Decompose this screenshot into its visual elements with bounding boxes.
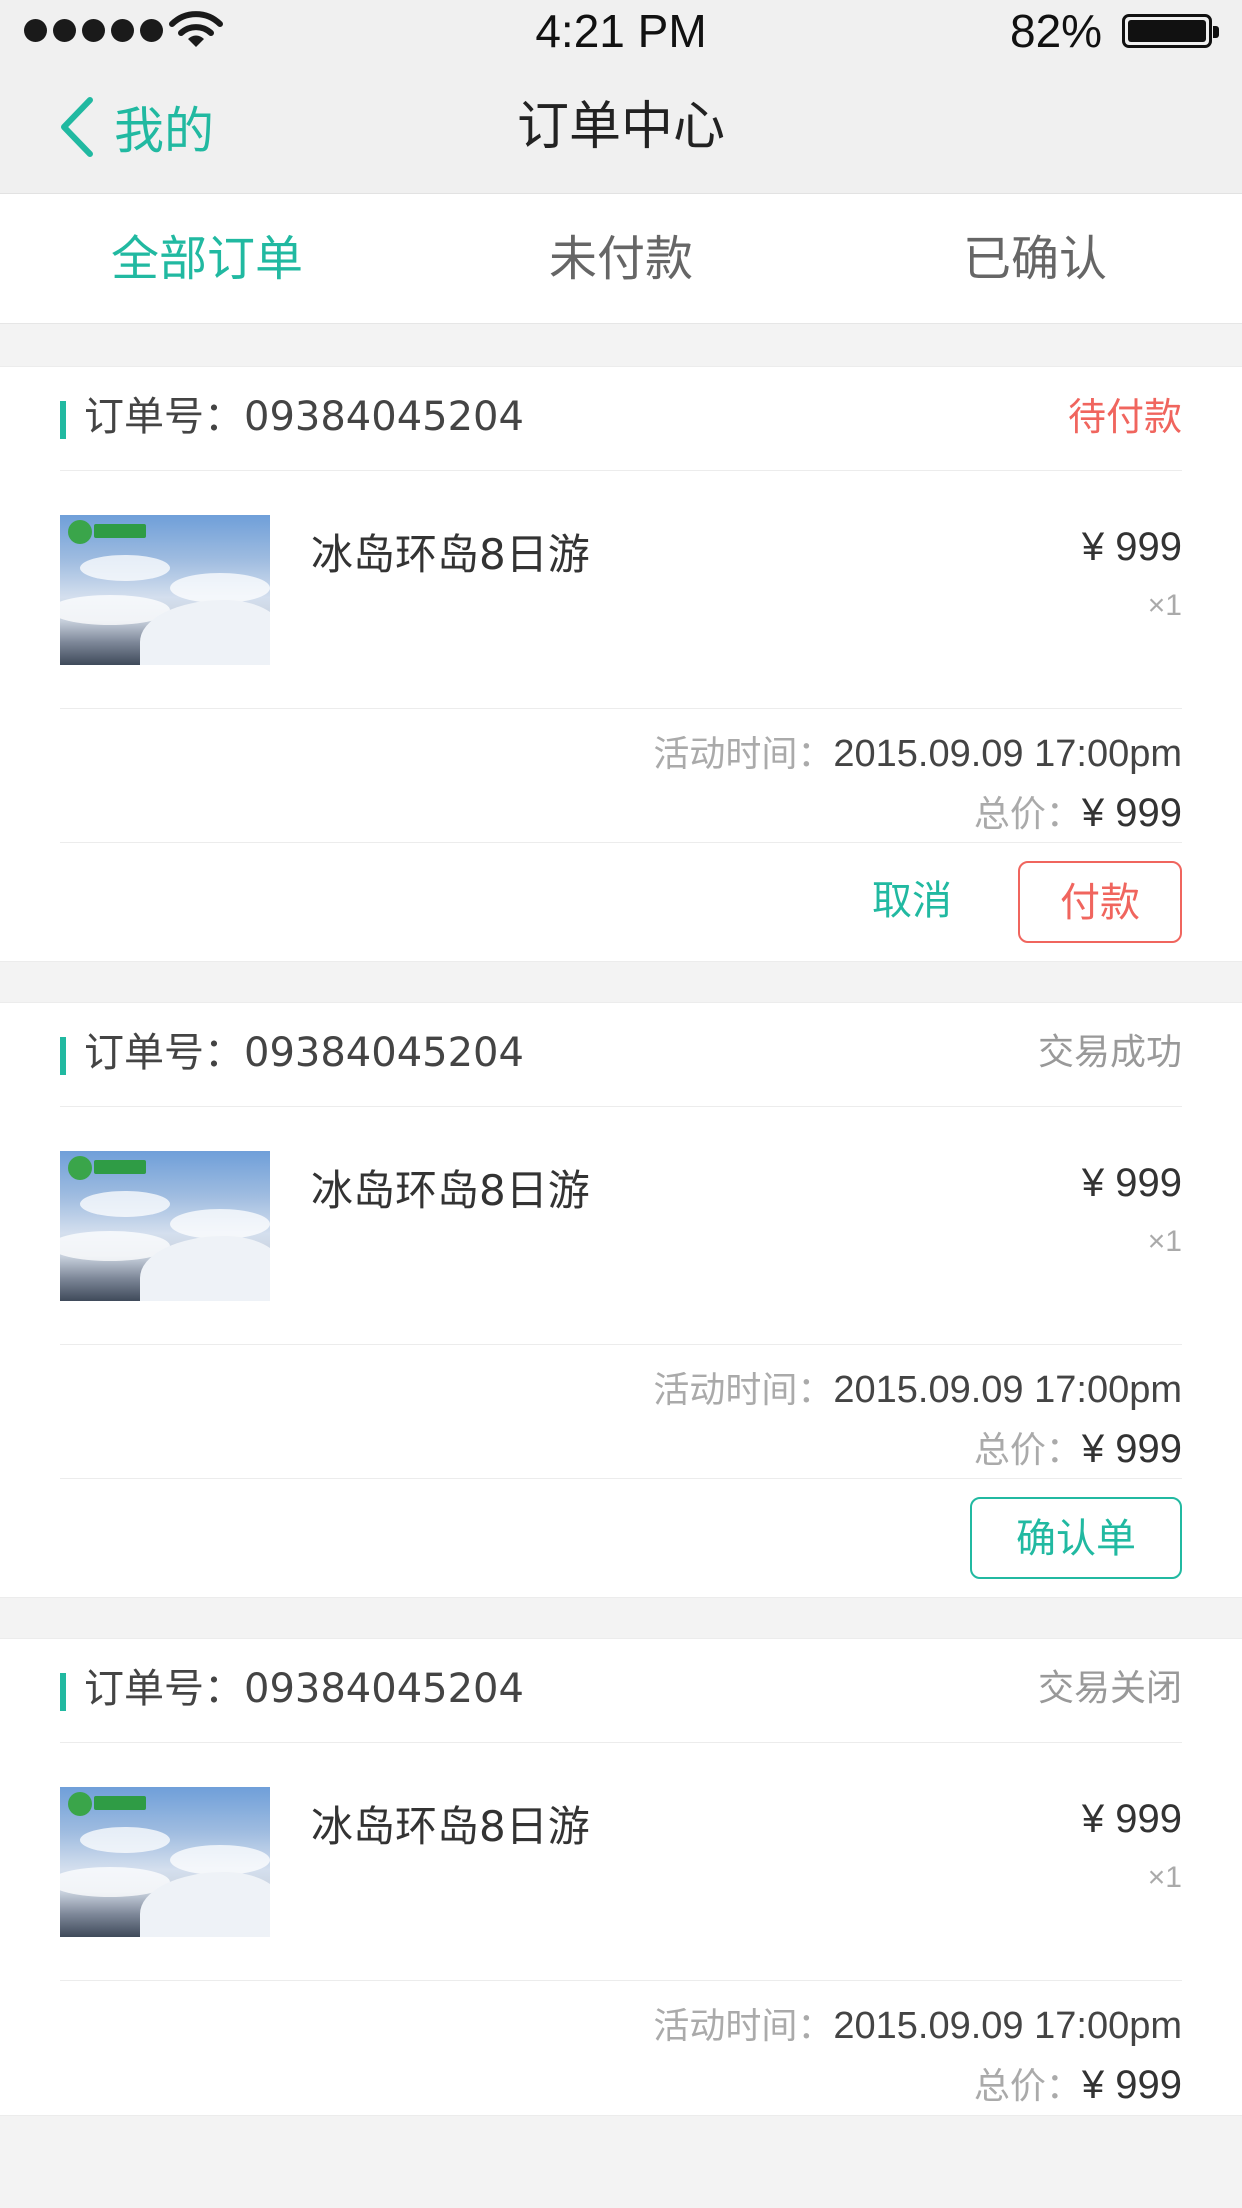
- product-quantity: ×1: [1147, 1225, 1182, 1258]
- order-number: 订单号：09384045204: [84, 394, 524, 440]
- order-card[interactable]: 订单号：09384045204 交易成功 冰岛环岛8日游 ¥ 999 ×1 活动…: [0, 1002, 1242, 1598]
- activity-time: 活动时间：2015.09.09 17:00pm: [653, 725, 1182, 777]
- product-quantity: ×1: [1147, 1861, 1182, 1894]
- total-value: ¥ 999: [1081, 1427, 1182, 1471]
- order-status: 交易关闭: [1037, 1668, 1182, 1709]
- order-actions: 取消 付款: [60, 843, 1182, 963]
- product-thumbnail[interactable]: [60, 515, 270, 665]
- order-tabs: 全部订单 未付款 已确认: [0, 194, 1242, 324]
- activity-time-label: 活动时间：: [653, 1370, 834, 1411]
- total-label: 总价：: [973, 2066, 1082, 2107]
- order-status: 待付款: [1067, 395, 1182, 439]
- order-summary: 活动时间：2015.09.09 17:00pm 总价：¥ 999: [60, 1345, 1182, 1479]
- activity-time-value: 2015.09.09 17:00pm: [833, 2005, 1182, 2047]
- activity-time-value: 2015.09.09 17:00pm: [833, 1369, 1182, 1411]
- accent-bar: [60, 1673, 66, 1711]
- total-value: ¥ 999: [1081, 791, 1182, 835]
- tab-unpaid[interactable]: 未付款: [414, 194, 828, 323]
- tab-confirmed[interactable]: 已确认: [828, 194, 1242, 323]
- product-row[interactable]: 冰岛环岛8日游 ¥ 999 ×1: [60, 1743, 1182, 1981]
- product-quantity: ×1: [1147, 589, 1182, 622]
- accent-bar: [60, 401, 66, 439]
- status-bar: 4:21 PM 82%: [0, 0, 1242, 60]
- total-label: 总价：: [973, 1430, 1082, 1471]
- total-value: ¥ 999: [1081, 2063, 1182, 2107]
- activity-time: 活动时间：2015.09.09 17:00pm: [653, 1997, 1182, 2049]
- total-label: 总价：: [973, 794, 1082, 835]
- order-actions: 确认单: [60, 1479, 1182, 1599]
- accent-bar: [60, 1037, 66, 1075]
- product-thumbnail[interactable]: [60, 1151, 270, 1301]
- order-number: 订单号：09384045204: [84, 1666, 524, 1712]
- activity-time: 活动时间：2015.09.09 17:00pm: [653, 1361, 1182, 1413]
- cancel-button[interactable]: 取消: [872, 861, 952, 941]
- activity-time-label: 活动时间：: [653, 2006, 834, 2047]
- product-price: ¥ 999: [1081, 525, 1182, 569]
- order-total: 总价：¥ 999: [974, 1421, 1182, 1473]
- activity-time-label: 活动时间：: [653, 734, 834, 775]
- pay-button[interactable]: 付款: [1018, 861, 1182, 943]
- product-thumbnail[interactable]: [60, 1787, 270, 1937]
- order-header: 订单号：09384045204 交易关闭: [60, 1639, 1182, 1743]
- order-card[interactable]: 订单号：09384045204 交易关闭 冰岛环岛8日游 ¥ 999 ×1 活动…: [0, 1638, 1242, 2116]
- battery-icon: [1122, 14, 1219, 48]
- product-name: 冰岛环岛8日游: [311, 1802, 590, 1851]
- product-name: 冰岛环岛8日游: [311, 530, 590, 579]
- page-title: 订单中心: [516, 97, 725, 157]
- navigation-bar: 我的 订单中心: [0, 60, 1242, 194]
- order-total: 总价：¥ 999: [974, 785, 1182, 837]
- product-price: ¥ 999: [1081, 1797, 1182, 1841]
- order-header: 订单号：09384045204 待付款: [60, 367, 1182, 471]
- tab-all-orders[interactable]: 全部订单: [0, 194, 414, 323]
- order-total: 总价：¥ 999: [974, 2057, 1182, 2109]
- product-row[interactable]: 冰岛环岛8日游 ¥ 999 ×1: [60, 1107, 1182, 1345]
- order-number: 订单号：09384045204: [84, 1030, 524, 1076]
- order-header: 订单号：09384045204 交易成功: [60, 1003, 1182, 1107]
- order-summary: 活动时间：2015.09.09 17:00pm 总价：¥ 999: [60, 1981, 1182, 2115]
- product-price: ¥ 999: [1081, 1161, 1182, 1205]
- confirm-order-button[interactable]: 确认单: [970, 1497, 1182, 1579]
- activity-time-value: 2015.09.09 17:00pm: [833, 733, 1182, 775]
- order-card[interactable]: 订单号：09384045204 待付款 冰岛环岛8日游 ¥ 999 ×1 活动时…: [0, 366, 1242, 962]
- order-status: 交易成功: [1037, 1032, 1182, 1073]
- battery-percent: 82%: [1010, 5, 1103, 57]
- product-name: 冰岛环岛8日游: [311, 1166, 590, 1215]
- order-summary: 活动时间：2015.09.09 17:00pm 总价：¥ 999: [60, 709, 1182, 843]
- product-row[interactable]: 冰岛环岛8日游 ¥ 999 ×1: [60, 471, 1182, 709]
